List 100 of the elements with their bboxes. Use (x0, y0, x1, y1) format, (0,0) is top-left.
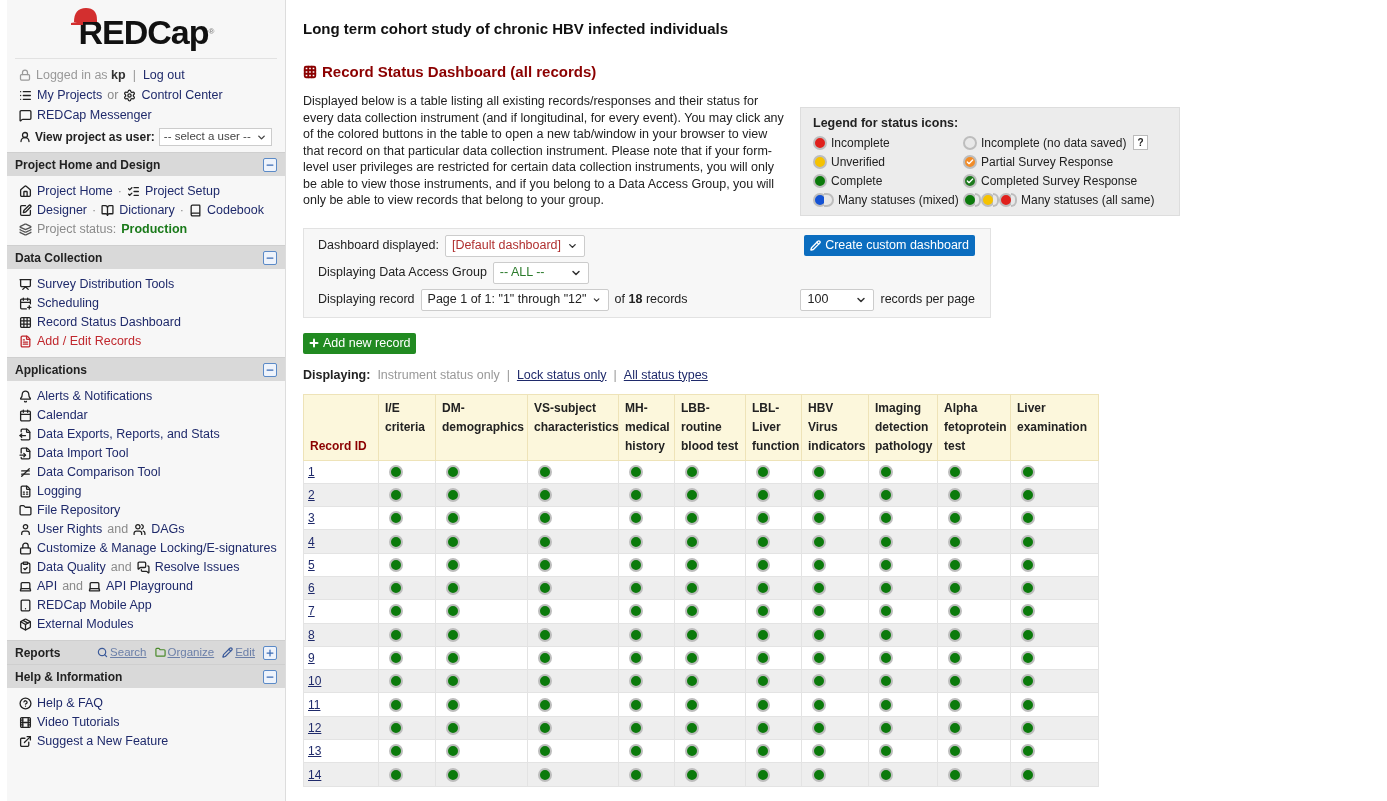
nav-link[interactable]: My Projects (37, 86, 103, 105)
filter-label: Displaying record (318, 291, 415, 309)
nav-link[interactable]: REDCap Messenger (37, 106, 152, 125)
help-button[interactable]: ? (1133, 135, 1148, 151)
record-link[interactable]: 4 (308, 534, 315, 549)
nav-link[interactable]: Designer (37, 201, 88, 220)
message-icon (19, 109, 32, 122)
column-header: Liver examination (1010, 394, 1099, 460)
dashboard-select[interactable]: [Default dashboard] (444, 234, 585, 257)
not-equal-icon (19, 466, 32, 479)
nav-link[interactable]: Calendar (37, 406, 88, 425)
nav-link[interactable]: Control Center (141, 86, 223, 105)
grid-icon (303, 64, 317, 79)
dag-select[interactable]: -- ALL -- (492, 261, 589, 284)
page-select[interactable]: Page 1 of 1: "1" through "12" (420, 288, 609, 311)
collapse-button[interactable] (263, 362, 277, 377)
create-dashboard-button[interactable]: Create custom dashboard (804, 235, 975, 257)
record-link[interactable]: 10 (308, 674, 322, 689)
nav-link[interactable]: Add / Edit Records (37, 332, 142, 351)
column-header: Imaging detection pathology (868, 394, 938, 460)
column-header: I/E criteria (378, 394, 436, 460)
display-mode-option[interactable]: All status types (623, 365, 708, 385)
pencil-icon (222, 647, 234, 658)
nav-link[interactable]: REDCap Mobile App (37, 596, 152, 615)
collapse-button[interactable] (263, 250, 277, 265)
legend-label: Many statuses (mixed) (838, 191, 959, 209)
grid-icon (19, 316, 32, 329)
nav-link[interactable]: User Rights (37, 520, 103, 539)
filter-label: Dashboard displayed: (318, 237, 439, 255)
log-file-icon (19, 485, 32, 498)
section-title: Help & Information (15, 668, 123, 686)
pen-square-icon (19, 204, 32, 217)
nav-link[interactable]: Data Quality (37, 558, 106, 577)
film-icon (19, 716, 32, 729)
separator-text: · (117, 183, 122, 200)
user-select[interactable]: -- select a user -- (158, 128, 272, 146)
logout-link[interactable]: Log out (142, 65, 185, 85)
expand-button[interactable] (263, 645, 277, 660)
nav-link[interactable]: Resolve Issues (154, 558, 240, 577)
chat-icon (136, 561, 150, 574)
record-link[interactable]: 8 (308, 627, 315, 642)
nav-link[interactable]: Help & FAQ (37, 694, 103, 713)
column-header: LBB-routine blood test (674, 394, 746, 460)
record-link[interactable]: 7 (308, 604, 315, 619)
legend-label: Unverified (831, 153, 886, 171)
legend-label: Complete (831, 172, 883, 190)
nav-link[interactable]: Video Tutorials (37, 713, 120, 732)
record-link[interactable]: 3 (308, 511, 315, 526)
nav-link[interactable]: External Modules (37, 615, 134, 634)
legend-label: Incomplete (831, 134, 890, 152)
nav-link[interactable]: DAGs (151, 520, 185, 539)
nav-link[interactable]: Data Import Tool (37, 444, 129, 463)
display-mode-label: Displaying: (303, 366, 371, 384)
nav-link[interactable]: Project Home (37, 182, 113, 201)
nav-link[interactable]: Dictionary (119, 201, 175, 220)
record-link[interactable]: 5 (308, 557, 315, 572)
separator-text: Project status: (37, 221, 117, 238)
separator-text: and (62, 578, 83, 595)
record-link[interactable]: 9 (308, 651, 315, 665)
status-value: Production (121, 221, 188, 238)
collapse-button[interactable] (263, 157, 277, 172)
nav-link[interactable]: Scheduling (37, 294, 99, 313)
nav-link[interactable]: Data Comparison Tool (37, 463, 161, 482)
nav-link[interactable]: Codebook (206, 201, 264, 220)
record-link[interactable]: 14 (308, 767, 322, 782)
filter-label: Displaying Data Access Group (318, 264, 487, 282)
settings-icon (123, 89, 137, 102)
nav-link[interactable]: Suggest a New Feature (37, 732, 169, 751)
nav-link[interactable]: Record Status Dashboard (37, 313, 181, 332)
nav-link[interactable]: Data Exports, Reports, and Stats (37, 425, 220, 444)
nav-link[interactable]: API Playground (106, 577, 193, 596)
per-page-select[interactable]: 100 (800, 288, 875, 311)
record-link[interactable]: 2 (308, 487, 315, 502)
separator-text: · (92, 202, 97, 219)
nav-link[interactable]: Survey Distribution Tools (37, 275, 175, 294)
record-link[interactable]: 1 (308, 464, 315, 479)
display-mode-option[interactable]: Lock status only (516, 365, 607, 385)
nav-link[interactable]: File Repository (37, 501, 121, 520)
column-header: HBV Virus indicators (801, 394, 869, 460)
column-header: MH-medical history (618, 394, 675, 460)
bell-icon (19, 390, 32, 403)
nav-link[interactable]: Logging (37, 482, 82, 501)
column-header: Alpha fetoprotein test (937, 394, 1011, 460)
record-link[interactable]: 6 (308, 581, 315, 596)
record-link[interactable]: 13 (308, 744, 322, 759)
nav-link[interactable]: API (37, 577, 58, 596)
lock-icon (19, 542, 32, 555)
legend-label: Many statuses (all same) (1021, 191, 1155, 209)
plus-icon (308, 337, 320, 350)
column-header: LBL-Liver function (745, 394, 802, 460)
nav-link[interactable]: Customize & Manage Locking/E-signatures (37, 539, 277, 558)
column-header: DM-demographics (435, 394, 528, 460)
nav-link[interactable]: Project Setup (144, 182, 220, 201)
survey-status-icon[interactable] (963, 173, 977, 188)
collapse-button[interactable] (263, 669, 277, 684)
add-record-button[interactable]: Add new record (303, 332, 416, 354)
record-link[interactable]: 11 (308, 697, 321, 712)
nav-link[interactable]: Alerts & Notifications (37, 387, 153, 406)
record-link[interactable]: 12 (308, 720, 322, 735)
separator-text: · (179, 202, 184, 219)
